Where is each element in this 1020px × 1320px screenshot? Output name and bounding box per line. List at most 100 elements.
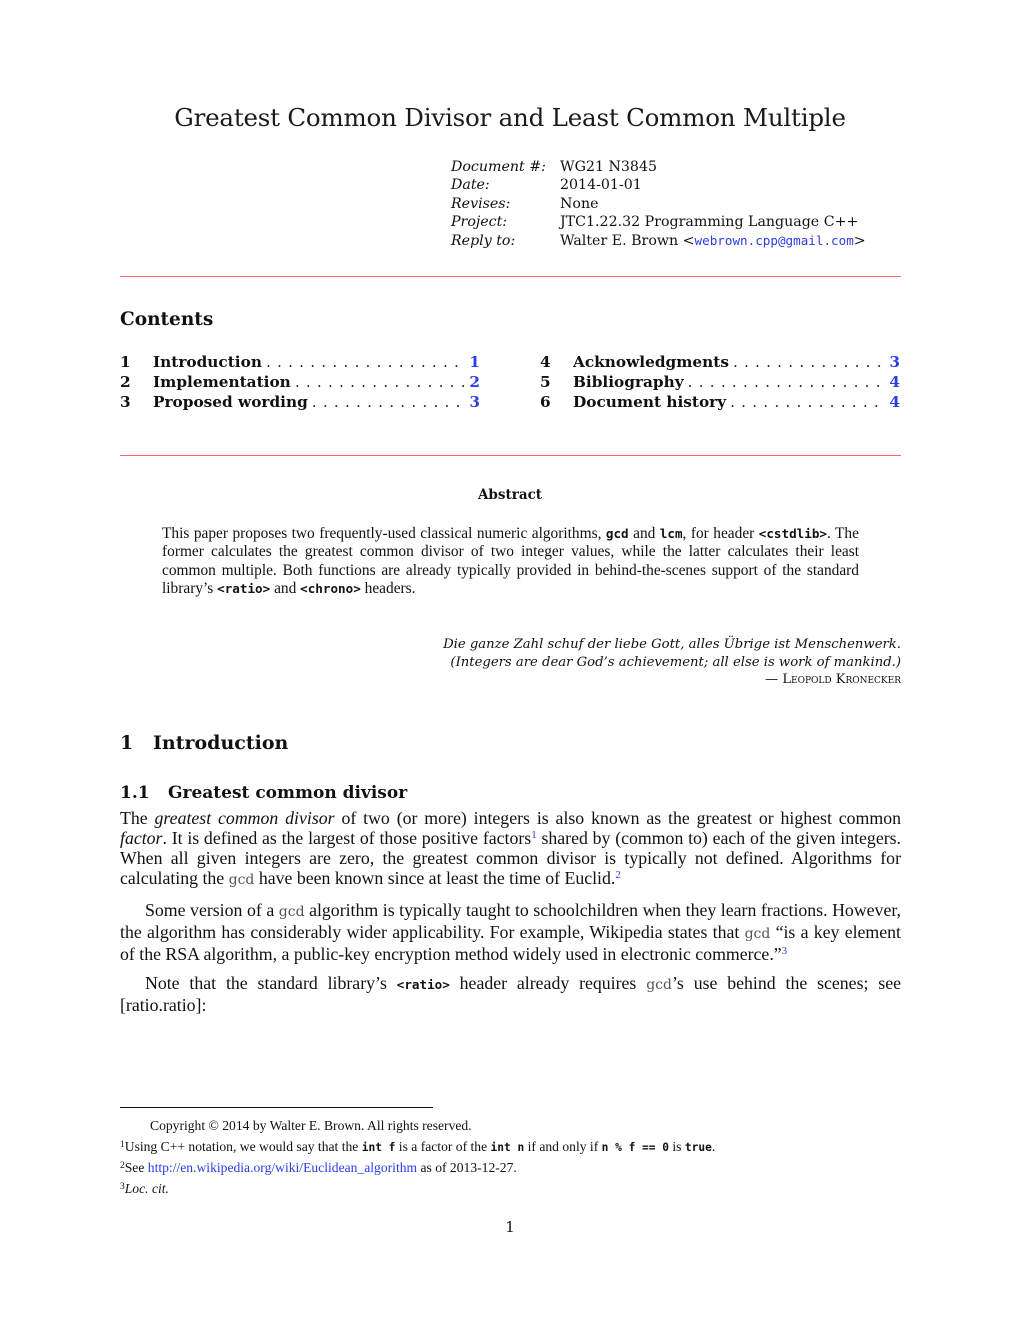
epigraph-author: Leopold Kronecker (782, 672, 901, 687)
text: headers. (360, 579, 416, 597)
code-cstdlib: <cstdlib> (758, 526, 827, 541)
paragraph-2: Some version of a gcd algorithm is typic… (120, 900, 901, 964)
toc-leader-dots: ............................... (311, 393, 466, 411)
toc-page-link[interactable]: 3 (886, 352, 900, 372)
metadata-row-revises: Revises: None (451, 195, 866, 213)
gcd-term: gcd (646, 977, 672, 993)
toc-leader-dots: ............................... (732, 353, 886, 371)
epigraph-attribution: — Leopold Kronecker (443, 671, 901, 689)
toc-label[interactable]: Proposed wording (153, 392, 308, 412)
email-bracket: > (853, 232, 866, 249)
text: as of 2013-12-27. (417, 1160, 517, 1175)
code-ratio: <ratio> (396, 977, 450, 992)
text: The (120, 808, 155, 828)
toc-number: 4 (540, 353, 551, 371)
text: if and only if (524, 1138, 602, 1154)
toc-page-link[interactable]: 3 (466, 392, 480, 412)
metadata-row-document-number: Document #: WG21 N3845 (451, 158, 866, 176)
toc-page-link[interactable]: 4 (886, 372, 900, 392)
toc-label[interactable]: Introduction (153, 352, 262, 372)
text: Some version of a (145, 899, 279, 920)
metadata-key: Reply to: (451, 232, 516, 249)
text: This paper proposes two frequently-used … (162, 525, 606, 542)
gcd-term: gcd (744, 925, 771, 942)
toc-number: 1 (120, 353, 131, 371)
metadata-key: Document #: (451, 159, 546, 175)
email-link[interactable]: webrown.cpp@gmail.com (695, 233, 854, 248)
copyright-notice: Copyright © 2014 by Walter E. Brown. All… (150, 1118, 472, 1133)
text: Using C++ notation, we would say that th… (124, 1138, 362, 1154)
subsection-number: 1.1 (120, 783, 150, 803)
footnote-3: 3Loc. cit. (120, 1179, 900, 1200)
toc-left-column: 1 Introduction .........................… (120, 352, 480, 412)
toc-item-introduction[interactable]: 1 Introduction .........................… (120, 352, 480, 372)
footnote-ref-3[interactable]: 3 (782, 945, 788, 957)
epigraph-german: Die ganze Zahl schuf der liebe Gott, all… (443, 637, 901, 652)
code: int f (361, 1140, 396, 1154)
page-number: 1 (505, 1218, 515, 1236)
toc-page-link[interactable]: 1 (466, 352, 480, 372)
metadata-row-reply-to: Reply to: Walter E. Brown <webrown.cpp@g… (451, 232, 866, 250)
gcd-term: gcd (278, 903, 305, 920)
text: is a factor of the (395, 1138, 491, 1154)
code: true (684, 1140, 712, 1154)
footnote-ref-2[interactable]: 2 (615, 869, 621, 881)
em-dash: — (765, 672, 783, 687)
code: n % f == 0 (601, 1140, 669, 1154)
toc-leader-dots: ............................... (730, 393, 886, 411)
toc-number: 6 (540, 393, 551, 411)
subsection-heading-gcd: 1.1 Greatest common divisor (120, 783, 407, 803)
toc-page-link[interactable]: 2 (466, 372, 480, 392)
epigraph: Die ganze Zahl schuf der liebe Gott, all… (443, 636, 901, 689)
divider-top (120, 276, 901, 277)
toc-right-column: 4 Acknowledgments ......................… (540, 352, 900, 412)
divider-bottom (120, 455, 901, 456)
toc-label[interactable]: Acknowledgments (573, 352, 729, 372)
gcd-term: gcd (228, 872, 255, 888)
section-heading-introduction: 1 Introduction (120, 732, 288, 754)
text: and (270, 579, 301, 597)
metadata-value: JTC1.22.32 Programming Language C++ (560, 214, 859, 231)
text: See (124, 1160, 148, 1175)
toc-label[interactable]: Implementation (153, 372, 291, 392)
abstract-text: This paper proposes two frequently-used … (162, 525, 859, 598)
wikipedia-link[interactable]: http://en.wikipedia.org/wiki/Euclidean_a… (148, 1160, 417, 1175)
text: have been known since at least the time … (254, 868, 616, 888)
toc-leader-dots: ............................... (265, 353, 466, 371)
footnote-1: 1Using C++ notation, we would say that t… (120, 1137, 900, 1159)
section-body: The greatest common divisor of two (or m… (120, 808, 901, 1025)
emphasis: greatest common divisor (154, 808, 335, 828)
toc-item-acknowledgments[interactable]: 4 Acknowledgments ......................… (540, 352, 900, 372)
metadata-value: WG21 N3845 (560, 159, 657, 175)
toc-item-implementation[interactable]: 2 Implementation .......................… (120, 372, 480, 392)
paragraph-1: The greatest common divisor of two (or m… (120, 808, 901, 890)
metadata-key: Revises: (451, 195, 511, 212)
code-lcm: lcm (659, 526, 683, 541)
metadata-row-project: Project: JTC1.22.32 Programming Language… (451, 213, 866, 231)
metadata-value: None (560, 195, 599, 212)
toc-page-link[interactable]: 4 (886, 392, 900, 412)
toc-item-bibliography[interactable]: 5 Bibliography .........................… (540, 372, 900, 392)
contents-heading: Contents (120, 309, 214, 330)
section-number: 1 (120, 732, 134, 754)
document-metadata: Document #: WG21 N3845 Date: 2014-01-01 … (451, 158, 866, 250)
toc-item-proposed-wording[interactable]: 3 Proposed wording .....................… (120, 392, 480, 412)
toc-label[interactable]: Document history (573, 392, 726, 412)
toc-label[interactable]: Bibliography (573, 372, 684, 392)
text: Loc. cit. (124, 1180, 169, 1196)
paragraph-3: Note that the standard library’s <ratio>… (120, 973, 901, 1015)
metadata-value: 2014-01-01 (560, 177, 642, 194)
toc-leader-dots: ............................... (294, 373, 466, 391)
text: header already requires (449, 973, 647, 993)
footnote-rule (120, 1107, 433, 1108)
footnote-2: 2See http://en.wikipedia.org/wiki/Euclid… (120, 1158, 900, 1179)
code: int n (490, 1140, 525, 1154)
toc-number: 2 (120, 373, 131, 391)
toc-item-document-history[interactable]: 6 Document history .....................… (540, 392, 900, 412)
toc-number: 3 (120, 393, 131, 411)
author-name: Walter E. Brown < (560, 232, 695, 249)
metadata-key: Date: (451, 177, 490, 194)
text: . (711, 1138, 716, 1154)
section-title: Introduction (153, 732, 289, 754)
footnotes: Copyright © 2014 by Walter E. Brown. All… (120, 1116, 900, 1199)
